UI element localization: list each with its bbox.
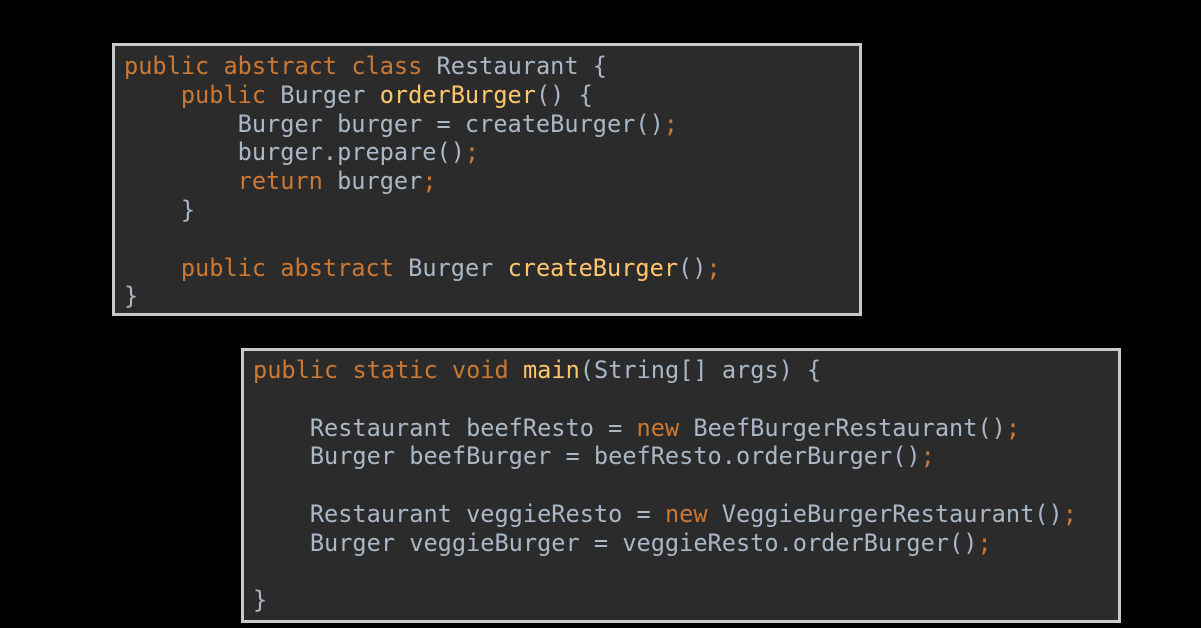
code-text: Restaurant beefResto = [253,413,637,442]
code-keyword: ; [464,138,480,167]
code-method-name: main [522,356,580,384]
code-keyword: public [124,52,210,80]
code-keyword: public [180,253,267,282]
code-line: } [124,282,721,311]
code-keyword: new [636,413,680,442]
code-text: (String[] args) { [579,356,822,384]
code-text: () [678,253,707,282]
restaurant-class-code-panel: public abstract class Restaurant { publi… [112,43,862,316]
code-text: Burger veggieBurger = veggieResto.orderB… [253,528,978,557]
code-keyword: ; [920,442,935,471]
code-line: Restaurant veggieResto = new VeggieBurge… [253,500,1077,529]
code-keyword: ; [977,528,992,557]
code-text: () { [535,80,593,109]
code-method-name: createBurger [507,253,679,282]
code-line: Burger veggieBurger = veggieResto.orderB… [253,529,1077,558]
code-line: Burger burger = createBurger(); [124,110,721,139]
code-keyword: abstract [223,52,338,80]
code-keyword: ; [663,109,678,138]
code-keyword: ; [1005,413,1021,442]
code-text: BeefBurgerRestaurant() [679,413,1006,442]
code-keyword: public [180,80,267,109]
code-text: Restaurant veggieResto = [253,499,665,528]
code-line: Restaurant beefResto = new BeefBurgerRes… [253,414,1077,443]
code-method-name: orderBurger [379,80,536,109]
code-line: public abstract class Restaurant { [124,52,721,81]
code-text: } [253,586,268,615]
code-keyword: new [664,499,708,528]
code-keyword: ; [422,167,437,196]
code-line: } [253,586,1077,615]
code-line: return burger; [124,167,721,196]
code-text: burger [322,167,423,196]
code-line: public Burger orderBurger() { [124,81,721,110]
code-keyword: abstract [280,253,394,282]
restaurant-class-code: public abstract class Restaurant { publi… [124,52,721,311]
code-text: Burger [393,253,508,282]
code-line: } [124,196,721,225]
code-keyword: class [351,52,423,80]
code-text: } [124,282,139,311]
code-text: burger.prepare() [124,138,465,167]
code-text: } [124,195,196,224]
code-keyword: public [253,356,339,384]
code-keyword: return [237,167,323,196]
code-keyword: ; [706,253,721,282]
code-keyword: ; [1062,499,1077,528]
code-keyword: static [352,356,438,384]
main-method-code-panel: public static void main(String[] args) {… [241,348,1121,623]
code-line: public abstract Burger createBurger(); [124,254,721,283]
main-method-code: public static void main(String[] args) {… [253,356,1077,615]
code-text: Burger beefBurger = beefResto.orderBurge… [253,442,921,471]
code-line: Burger beefBurger = beefResto.orderBurge… [253,442,1077,471]
code-text: Burger burger = createBurger() [124,109,664,138]
code-line: burger.prepare(); [124,138,721,167]
code-text: Restaurant { [422,52,608,80]
code-text: Burger [266,80,380,109]
code-text: VeggieBurgerRestaurant() [707,499,1063,528]
code-keyword: void [451,356,509,384]
code-line: public static void main(String[] args) { [253,356,1077,385]
